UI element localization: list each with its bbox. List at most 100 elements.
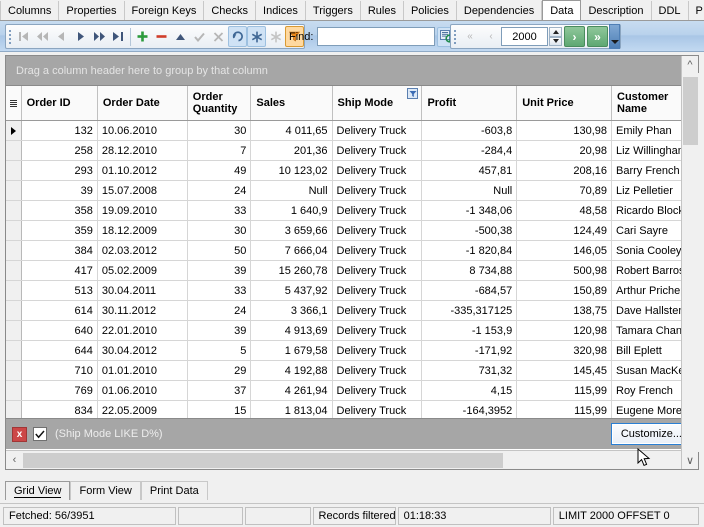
cell-ship_mode[interactable]: Delivery Truck (333, 201, 423, 220)
cell-sales[interactable]: 5 437,92 (251, 281, 333, 300)
row-selector[interactable] (6, 281, 22, 300)
row-selector[interactable] (6, 381, 22, 400)
cell-profit[interactable]: -284,4 (422, 141, 518, 160)
grid-menu-icon[interactable] (9, 99, 17, 107)
tab-partitions[interactable]: P (688, 1, 704, 20)
cell-order_quantity[interactable]: 7 (188, 141, 252, 160)
filter-expression[interactable]: (Ship Mode LIKE D%) (55, 428, 163, 440)
cell-ship_mode[interactable]: Delivery Truck (333, 241, 423, 260)
cell-order_id[interactable]: 384 (22, 241, 98, 260)
fetch-size-input[interactable] (501, 27, 548, 46)
cell-profit[interactable]: -171,92 (422, 341, 518, 360)
cell-order_quantity[interactable]: 5 (188, 341, 252, 360)
cell-order_quantity[interactable]: 33 (188, 201, 252, 220)
cell-unit_price[interactable]: 150,89 (517, 281, 612, 300)
cell-unit_price[interactable]: 20,98 (517, 141, 612, 160)
cell-order_id[interactable]: 417 (22, 261, 98, 280)
cell-order_quantity[interactable]: 50 (188, 241, 252, 260)
vscroll-up-arrow-icon[interactable]: ^ (682, 56, 699, 73)
cell-order_id[interactable]: 513 (22, 281, 98, 300)
row-selector[interactable] (6, 321, 22, 340)
column-header-order-id[interactable]: Order ID (21, 86, 98, 120)
cell-order_date[interactable]: 18.12.2009 (98, 221, 188, 240)
cell-profit[interactable]: Null (422, 181, 518, 200)
fetch-prev-chunk-button[interactable]: ‹ (481, 26, 501, 47)
cancel-edit-button[interactable] (209, 26, 228, 47)
next-record-button[interactable] (71, 26, 90, 47)
insert-record-button[interactable] (133, 26, 152, 47)
cell-unit_price[interactable]: 124,49 (517, 221, 612, 240)
cell-ship_mode[interactable]: Delivery Truck (333, 301, 423, 320)
cell-order_date[interactable]: 05.02.2009 (98, 261, 188, 280)
tab-columns[interactable]: Columns (0, 1, 60, 20)
last-record-button[interactable] (109, 26, 128, 47)
row-selector[interactable] (6, 241, 22, 260)
fetch-group-overflow-button[interactable] (609, 24, 620, 49)
cell-profit[interactable]: 457,81 (422, 161, 518, 180)
row-selector[interactable] (6, 161, 22, 180)
cell-unit_price[interactable]: 500,98 (517, 261, 612, 280)
cell-order_date[interactable]: 01.06.2010 (98, 381, 188, 400)
cell-profit[interactable]: -1 820,84 (422, 241, 518, 260)
tab-checks[interactable]: Checks (204, 1, 257, 20)
tab-indices[interactable]: Indices (256, 1, 306, 20)
cell-order_id[interactable]: 258 (22, 141, 98, 160)
row-selector[interactable] (6, 201, 22, 220)
cell-sales[interactable]: 4 192,88 (251, 361, 333, 380)
cell-order_quantity[interactable]: 24 (188, 301, 252, 320)
horizontal-scrollbar[interactable]: ‹ › (6, 450, 698, 469)
cell-sales[interactable]: 3 366,1 (251, 301, 333, 320)
row-selector[interactable] (6, 261, 22, 280)
cell-unit_price[interactable]: 138,75 (517, 301, 612, 320)
fetch-size-stepper-down[interactable] (549, 36, 562, 46)
fetch-all-button[interactable]: » (587, 26, 608, 47)
cell-unit_price[interactable]: 208,16 (517, 161, 612, 180)
cell-unit_price[interactable]: 120,98 (517, 321, 612, 340)
tab-form-view[interactable]: Form View (70, 481, 141, 500)
cell-order_id[interactable]: 614 (22, 301, 98, 320)
cell-profit[interactable]: -603,8 (422, 121, 518, 140)
table-row[interactable]: 358 19.09.2010 33 1 640,9 Delivery Truck -1 3… (6, 201, 698, 221)
cell-sales[interactable]: 15 260,78 (251, 261, 333, 280)
row-selector[interactable] (6, 361, 22, 380)
tab-data[interactable]: Data (542, 0, 582, 20)
ship-mode-filter-icon[interactable] (407, 88, 419, 99)
refresh-data-button[interactable] (228, 26, 247, 47)
cell-unit_price[interactable]: 145,45 (517, 361, 612, 380)
column-header-ship-mode[interactable]: Ship Mode (332, 86, 423, 120)
cell-order_date[interactable]: 28.12.2010 (98, 141, 188, 160)
cell-sales[interactable]: 4 011,65 (251, 121, 333, 140)
cell-order_id[interactable]: 710 (22, 361, 98, 380)
cell-profit[interactable]: -1 153,9 (422, 321, 518, 340)
cell-order_date[interactable]: 30.04.2011 (98, 281, 188, 300)
fetch-next-chunk-button[interactable]: › (564, 26, 585, 47)
cell-ship_mode[interactable]: Delivery Truck (333, 381, 423, 400)
group-by-panel[interactable]: Drag a column header here to group by th… (6, 56, 698, 86)
cell-order_date[interactable]: 30.04.2012 (98, 341, 188, 360)
cell-ship_mode[interactable]: Delivery Truck (333, 221, 423, 240)
tab-dependencies[interactable]: Dependencies (456, 1, 543, 20)
cell-profit[interactable]: 8 734,88 (422, 261, 518, 280)
vertical-scrollbar[interactable]: ^ ∨ (681, 56, 699, 469)
cell-sales[interactable]: 7 666,04 (251, 241, 333, 260)
fetch-first-chunk-button[interactable]: « (459, 26, 481, 47)
prior-page-button[interactable] (33, 26, 52, 47)
cell-sales[interactable]: 1 679,58 (251, 341, 333, 360)
table-row[interactable]: 293 01.10.2012 49 10 123,02 Delivery Truck 45… (6, 161, 698, 181)
vscroll-thumb[interactable] (682, 77, 698, 145)
cell-profit[interactable]: -684,57 (422, 281, 518, 300)
cell-unit_price[interactable]: 320,98 (517, 341, 612, 360)
cell-ship_mode[interactable]: Delivery Truck (333, 121, 423, 140)
cell-order_id[interactable]: 769 (22, 381, 98, 400)
search-input[interactable] (317, 27, 436, 46)
refresh-all-icon[interactable] (247, 26, 266, 47)
tab-grid-view[interactable]: Grid View (5, 481, 71, 500)
cell-order_id[interactable]: 640 (22, 321, 98, 340)
toolbar-gripper-icon[interactable] (6, 25, 13, 48)
column-header-order-date[interactable]: Order Date (97, 86, 188, 120)
column-header-order-quantity[interactable]: Order Quantity (187, 86, 252, 120)
table-row[interactable]: 39 15.07.2008 24 Null Delivery Truck Null 70,8… (6, 181, 698, 201)
cell-order_date[interactable]: 19.09.2010 (98, 201, 188, 220)
cell-ship_mode[interactable]: Delivery Truck (333, 321, 423, 340)
cell-profit[interactable]: 4,15 (422, 381, 518, 400)
